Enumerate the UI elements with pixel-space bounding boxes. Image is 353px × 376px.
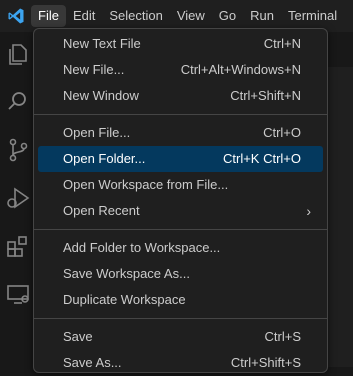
menu-item-label: Save Workspace As... bbox=[63, 266, 190, 281]
extensions-icon[interactable] bbox=[4, 232, 32, 260]
menu-item-label: Open Workspace from File... bbox=[63, 177, 229, 192]
menu-run[interactable]: Run bbox=[243, 5, 281, 27]
activity-bar bbox=[0, 32, 36, 367]
menu-item-new-text-file[interactable]: New Text File Ctrl+N bbox=[38, 31, 323, 57]
menu-item-label: New Text File bbox=[63, 36, 141, 51]
menu-view[interactable]: View bbox=[170, 5, 212, 27]
menu-item-label: Open Recent bbox=[63, 203, 140, 218]
menu-item-open-workspace-from-file[interactable]: Open Workspace from File... bbox=[38, 172, 323, 198]
explorer-icon[interactable] bbox=[4, 40, 32, 68]
menu-item-duplicate-workspace[interactable]: Duplicate Workspace bbox=[38, 287, 323, 313]
menu-file[interactable]: File bbox=[31, 5, 66, 27]
menu-item-open-recent[interactable]: Open Recent › bbox=[38, 198, 323, 224]
menu-item-add-folder-to-workspace[interactable]: Add Folder to Workspace... bbox=[38, 235, 323, 261]
source-control-icon[interactable] bbox=[4, 136, 32, 164]
menu-item-label: Open Folder... bbox=[63, 151, 146, 166]
menu-item-new-window[interactable]: New Window Ctrl+Shift+N bbox=[38, 83, 323, 109]
remote-explorer-icon[interactable] bbox=[4, 280, 32, 308]
menu-item-label: New Window bbox=[63, 88, 139, 103]
file-menu-dropdown: New Text File Ctrl+N New File... Ctrl+Al… bbox=[33, 28, 328, 373]
menu-item-save-as[interactable]: Save As... Ctrl+Shift+S bbox=[38, 350, 323, 376]
menu-item-shortcut: Ctrl+S bbox=[264, 329, 301, 344]
menu-item-label: Add Folder to Workspace... bbox=[63, 240, 221, 255]
menu-separator bbox=[34, 229, 327, 230]
menu-separator bbox=[34, 318, 327, 319]
chevron-right-icon: › bbox=[306, 203, 311, 219]
menu-selection[interactable]: Selection bbox=[102, 5, 169, 27]
menu-edit[interactable]: Edit bbox=[66, 5, 102, 27]
menu-item-new-file[interactable]: New File... Ctrl+Alt+Windows+N bbox=[38, 57, 323, 83]
menu-item-open-file[interactable]: Open File... Ctrl+O bbox=[38, 120, 323, 146]
menu-item-label: Open File... bbox=[63, 125, 131, 140]
menu-item-label: Save As... bbox=[63, 355, 122, 370]
menu-go[interactable]: Go bbox=[212, 5, 243, 27]
menu-item-save[interactable]: Save Ctrl+S bbox=[38, 324, 323, 350]
menu-item-shortcut: Ctrl+Shift+S bbox=[230, 355, 301, 370]
search-icon[interactable] bbox=[4, 88, 32, 116]
menu-item-label: Duplicate Workspace bbox=[63, 292, 186, 307]
menu-item-shortcut: Ctrl+Shift+N bbox=[230, 88, 301, 103]
menu-item-shortcut: Ctrl+N bbox=[263, 36, 301, 51]
menu-item-shortcut: Ctrl+Alt+Windows+N bbox=[180, 62, 301, 77]
menu-separator bbox=[34, 114, 327, 115]
menu-item-open-folder[interactable]: Open Folder... Ctrl+K Ctrl+O bbox=[38, 146, 323, 172]
menu-terminal[interactable]: Terminal bbox=[281, 5, 344, 27]
menu-item-shortcut: Ctrl+O bbox=[263, 125, 301, 140]
menu-item-shortcut: Ctrl+K Ctrl+O bbox=[222, 151, 301, 166]
menu-item-label: New File... bbox=[63, 62, 125, 77]
menu-item-label: Save bbox=[63, 329, 93, 344]
vscode-logo-icon bbox=[1, 0, 31, 32]
menu-item-save-workspace-as[interactable]: Save Workspace As... bbox=[38, 261, 323, 287]
run-debug-icon[interactable] bbox=[4, 184, 32, 212]
